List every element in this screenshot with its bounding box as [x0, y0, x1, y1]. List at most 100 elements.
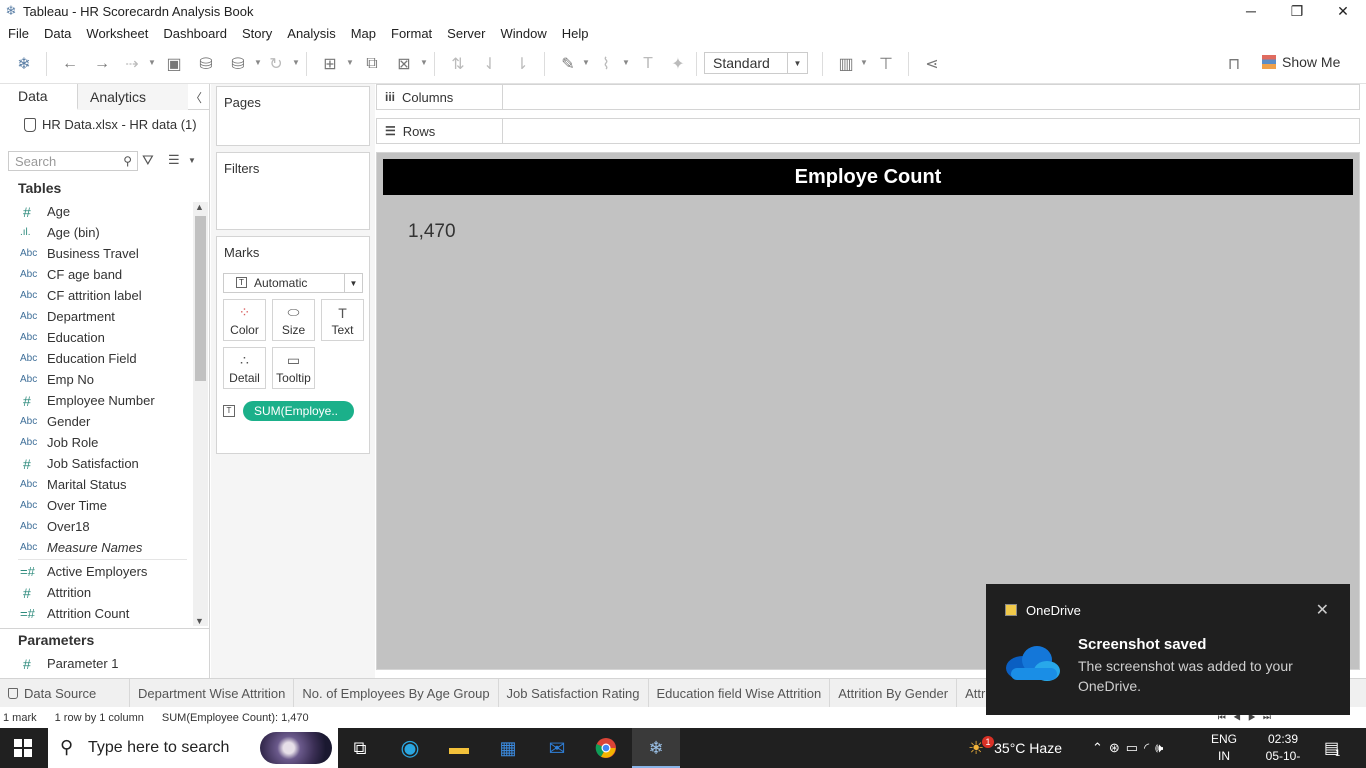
paint-roller-icon[interactable]: ⊓: [1222, 52, 1246, 76]
pages-card[interactable]: Pages: [216, 86, 370, 146]
filter-icon[interactable]: ⛛: [142, 152, 154, 169]
edge-browser-icon[interactable]: ◉: [398, 735, 422, 760]
chevron-down-icon[interactable]: ▼: [188, 156, 196, 165]
pin-icon[interactable]: ✦: [666, 52, 690, 76]
new-worksheet-icon[interactable]: ⊞: [318, 52, 342, 76]
clear-sheet-icon[interactable]: ⊠: [392, 52, 416, 76]
size-button[interactable]: ⬭ Size: [272, 299, 315, 341]
redo-icon[interactable]: →: [90, 52, 114, 76]
system-tray-icons[interactable]: ⌃⊛▭◜🕪: [1092, 728, 1169, 768]
parameter-item[interactable]: # Parameter 1: [0, 653, 193, 674]
chevron-down-icon[interactable]: ▼: [292, 58, 300, 67]
field-item[interactable]: Abc Marital Status: [0, 474, 193, 495]
tab-attrition-by-gender[interactable]: Attrition By Gender: [830, 679, 958, 707]
rows-shelf[interactable]: ☰ Rows: [376, 118, 1360, 144]
taskbar-search-box[interactable]: ⚲ Type here to search: [48, 728, 338, 768]
menu-worksheet[interactable]: Worksheet: [86, 26, 148, 41]
columns-shelf[interactable]: iii Columns: [376, 84, 1360, 110]
field-item[interactable]: .ıl. Age (bin): [0, 222, 193, 243]
swap-icon[interactable]: ⇅: [446, 52, 470, 76]
detail-button[interactable]: ∴ Detail: [223, 347, 266, 389]
fit-dropdown[interactable]: Standard ▼: [704, 52, 808, 74]
field-item[interactable]: Abc CF attrition label: [0, 285, 193, 306]
tab-data[interactable]: Data: [0, 84, 78, 110]
group-icon[interactable]: ⌇: [594, 52, 618, 76]
tab-department-wise-attrition[interactable]: Department Wise Attrition: [130, 679, 295, 707]
menu-dashboard[interactable]: Dashboard: [163, 26, 227, 41]
onedrive-notification[interactable]: OneDrive ✕ Screenshot saved The screensh…: [986, 584, 1350, 715]
show-cards-icon[interactable]: ▥: [834, 52, 858, 76]
chevron-down-icon[interactable]: ▼: [622, 58, 630, 67]
chrome-icon[interactable]: [594, 736, 618, 760]
field-item[interactable]: Abc CF age band: [0, 264, 193, 285]
tab-analytics[interactable]: Analytics: [78, 84, 188, 110]
windows-start-icon[interactable]: [14, 739, 32, 757]
field-item[interactable]: =# Attrition Count: [0, 603, 193, 624]
replay-icon[interactable]: ⇢: [120, 52, 144, 76]
tab-job-satisfaction-rating[interactable]: Job Satisfaction Rating: [499, 679, 649, 707]
chevron-down-icon[interactable]: ▼: [420, 58, 428, 67]
new-data-source-icon[interactable]: ⛁: [194, 52, 218, 76]
menu-analysis[interactable]: Analysis: [287, 26, 335, 41]
field-list-scrollbar[interactable]: ▲ ▼: [193, 202, 208, 626]
tooltip-button[interactable]: ▭ Tooltip: [272, 347, 315, 389]
menu-data[interactable]: Data: [44, 26, 71, 41]
field-item[interactable]: Abc Over18: [0, 516, 193, 537]
close-window-button[interactable]: ✕: [1320, 0, 1366, 22]
file-explorer-icon[interactable]: ▬: [447, 736, 471, 760]
tableau-app-icon[interactable]: ❄: [644, 736, 668, 760]
field-item[interactable]: =# Active Employers: [0, 561, 193, 582]
pause-updates-icon[interactable]: ⛁: [226, 52, 250, 76]
chevron-left-icon[interactable]: 〈: [190, 89, 202, 106]
close-icon[interactable]: ✕: [1316, 600, 1329, 620]
tab-employees-by-age-group[interactable]: No. of Employees By Age Group: [294, 679, 499, 707]
menu-server[interactable]: Server: [447, 26, 485, 41]
menu-file[interactable]: File: [8, 26, 29, 41]
labels-icon[interactable]: T: [636, 52, 660, 76]
presentation-mode-icon[interactable]: ⊤: [874, 52, 898, 76]
sheet-title[interactable]: Employe Count: [383, 159, 1353, 195]
chevron-down-icon[interactable]: ▼: [582, 58, 590, 67]
save-icon[interactable]: ▣: [162, 52, 186, 76]
system-clock[interactable]: 02:39 05-10-2023: [1258, 731, 1308, 768]
chevron-down-icon[interactable]: ▼: [254, 58, 262, 67]
color-button[interactable]: ⁘ Color: [223, 299, 266, 341]
menu-help[interactable]: Help: [562, 26, 589, 41]
text-button[interactable]: T Text: [321, 299, 364, 341]
chevron-down-icon[interactable]: ▼: [346, 58, 354, 67]
kpi-value[interactable]: 1,470: [408, 221, 456, 243]
sum-employee-count-pill[interactable]: SUM(Employe..: [243, 401, 354, 421]
undo-icon[interactable]: ←: [58, 52, 82, 76]
filters-card[interactable]: Filters: [216, 152, 370, 230]
field-item[interactable]: # Age: [0, 201, 193, 222]
weather-widget[interactable]: ☀ 1 35°C Haze: [968, 728, 1062, 768]
field-item[interactable]: # Attrition: [0, 582, 193, 603]
menu-format[interactable]: Format: [391, 26, 432, 41]
chevron-up-icon[interactable]: ▲: [195, 202, 204, 212]
duplicate-sheet-icon[interactable]: ⧉: [360, 52, 384, 76]
field-item[interactable]: Abc Gender: [0, 411, 193, 432]
field-item[interactable]: Abc Business Travel: [0, 243, 193, 264]
notification-center-icon[interactable]: ▤ 1: [1324, 728, 1340, 768]
search-input[interactable]: Search ⚲: [8, 151, 138, 171]
menu-map[interactable]: Map: [351, 26, 376, 41]
mark-type-dropdown[interactable]: T Automatic ▼: [223, 273, 363, 293]
minimize-button[interactable]: ─: [1228, 0, 1274, 22]
data-source-item[interactable]: HR Data.xlsx - HR data (1): [24, 117, 197, 132]
chevron-down-icon[interactable]: ▼: [195, 616, 204, 626]
field-item[interactable]: Abc Measure Names: [0, 537, 193, 558]
field-item[interactable]: # Employee Number: [0, 390, 193, 411]
show-me-button[interactable]: Show Me: [1262, 54, 1340, 70]
field-item[interactable]: Abc Over Time: [0, 495, 193, 516]
field-item[interactable]: Abc Education Field: [0, 348, 193, 369]
sort-ascending-icon[interactable]: ⇃: [478, 52, 502, 76]
field-item[interactable]: Abc Emp No: [0, 369, 193, 390]
list-view-icon[interactable]: ☰: [168, 152, 180, 168]
chevron-down-icon[interactable]: ▼: [860, 58, 868, 67]
mail-icon[interactable]: ✉: [545, 736, 569, 760]
tableau-home-icon[interactable]: ❄: [12, 52, 36, 76]
microsoft-store-icon[interactable]: ▦: [496, 736, 520, 760]
menu-story[interactable]: Story: [242, 26, 272, 41]
chevron-down-icon[interactable]: ▼: [148, 58, 156, 67]
task-view-icon[interactable]: ⧉: [348, 736, 372, 760]
